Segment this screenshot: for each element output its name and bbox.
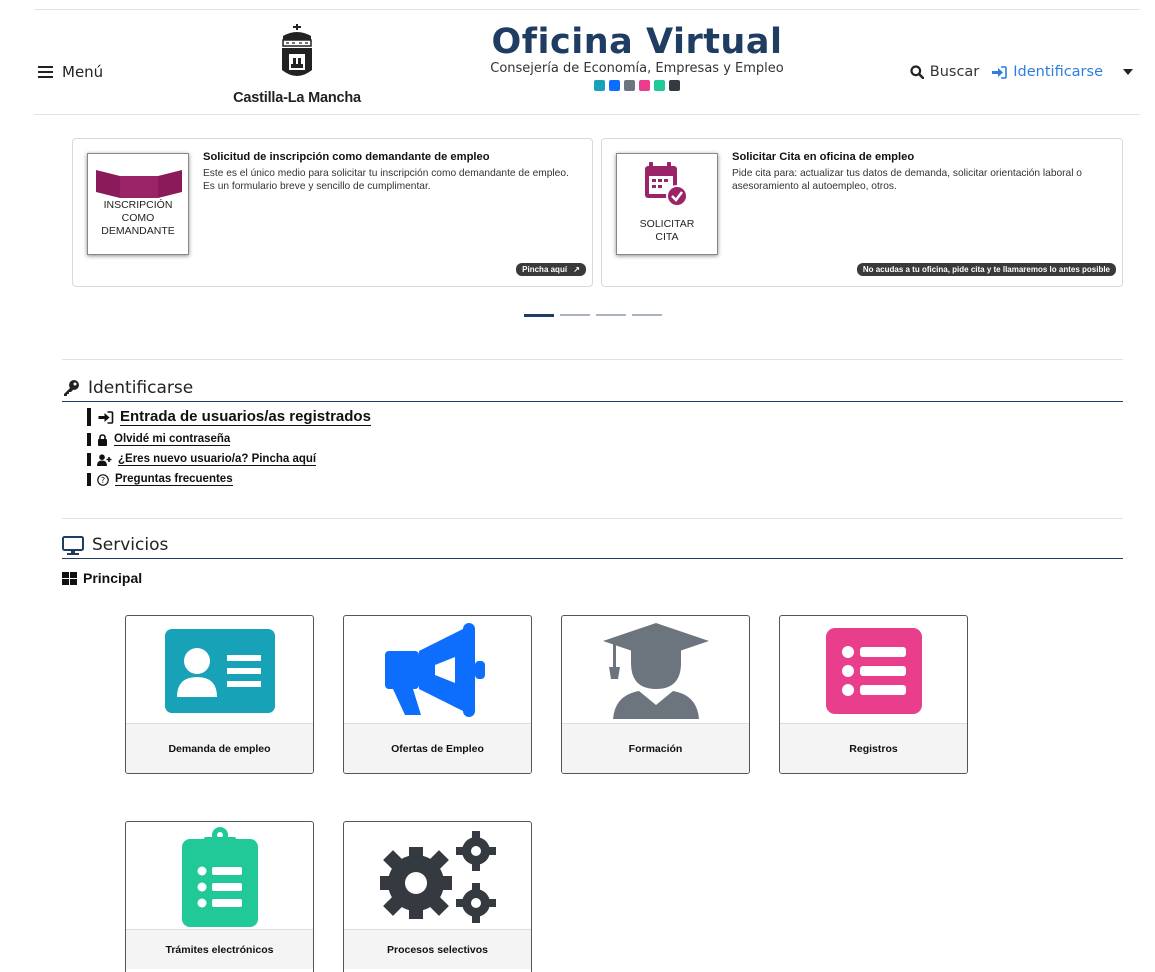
- card-action-label: Pincha aquí: [522, 265, 568, 274]
- graduate-icon: [624, 80, 635, 91]
- brand-title: Oficina Virtual: [491, 22, 783, 62]
- menu-button[interactable]: Menú: [38, 63, 103, 81]
- principal-subheading: Principal: [62, 570, 142, 586]
- hamburger-icon: [38, 66, 53, 79]
- service-tile-formacion[interactable]: Formación: [561, 615, 750, 774]
- section-divider: [62, 518, 1123, 519]
- castle-crown-icon: [282, 24, 312, 76]
- card-description: Pide cita para: actualizar tus datos de …: [732, 168, 1082, 192]
- link-label: Preguntas frecuentes: [115, 473, 233, 486]
- carousel-indicators: [524, 314, 662, 317]
- desktop-icon: [62, 535, 84, 555]
- identificarse-links: Entrada de usuarios/as registrados Olvid…: [87, 408, 371, 493]
- tile-label: Procesos selectivos: [344, 929, 531, 969]
- login-label: Identificarse: [1013, 64, 1103, 80]
- login-button[interactable]: Identificarse: [991, 64, 1103, 80]
- card-action-button[interactable]: Pincha aquí ↗: [516, 263, 586, 276]
- external-link-icon: ↗: [573, 265, 580, 274]
- inscripcion-caption-line-2: COMO: [121, 212, 155, 224]
- sign-in-icon: [98, 410, 114, 424]
- user-plus-icon: [97, 453, 112, 466]
- search-button[interactable]: Buscar: [910, 64, 980, 80]
- inscripcion-image: INSCRIPCIÓN COMO DEMANDANTE: [87, 153, 189, 255]
- link-label: ¿Eres nuevo usuario/a? Pincha aquí: [118, 453, 317, 466]
- tile-label: Ofertas de Empleo: [344, 723, 531, 773]
- question-circle-icon: ?: [97, 473, 109, 486]
- cita-caption-line-2: CITA: [655, 231, 679, 243]
- inscripcion-caption-line-3: DEMANDANTE: [101, 225, 175, 237]
- cita-image: SOLICITAR CITA: [616, 153, 718, 255]
- menu-label: Menú: [62, 63, 104, 81]
- brand-icon-strip: [462, 80, 812, 91]
- group-title: Principal: [83, 570, 143, 586]
- clipboard-list-icon: [181, 826, 258, 927]
- card-action-button[interactable]: No acudas a tu oficina, pide cita y te l…: [856, 263, 1116, 276]
- carousel-dot[interactable]: [632, 314, 662, 316]
- cita-caption-line-1: SOLICITAR: [639, 218, 695, 230]
- list-icon: [639, 80, 650, 91]
- carousel-card-cita[interactable]: SOLICITAR CITA Solicitar Cita en oficina…: [601, 138, 1123, 287]
- site-header: Menú Castilla-La Mancha Oficina Virtual …: [0, 10, 1155, 114]
- tile-label: Demanda de empleo: [126, 723, 313, 773]
- new-user-link[interactable]: ¿Eres nuevo usuario/a? Pincha aquí: [87, 453, 371, 466]
- sign-in-icon: [992, 65, 1008, 79]
- section-divider: [62, 359, 1123, 360]
- lock-icon: [98, 433, 107, 446]
- calendar-check-icon: [645, 162, 688, 207]
- carousel-dot[interactable]: [524, 314, 554, 317]
- header-tools: Buscar Identificarse: [910, 64, 1133, 80]
- carousel-dot[interactable]: [596, 314, 626, 316]
- service-tile-tramites[interactable]: Trámites electrónicos: [125, 821, 314, 972]
- card-description: Este es el único medio para solicitar tu…: [203, 168, 569, 192]
- card-action-label: No acudas a tu oficina, pide cita y te l…: [862, 265, 1110, 274]
- key-icon: [64, 380, 79, 396]
- service-tile-procesos[interactable]: Procesos selectivos: [343, 821, 532, 972]
- jccm-logo[interactable]: Castilla-La Mancha: [227, 24, 367, 120]
- identificarse-heading: Identificarse: [62, 378, 1123, 402]
- logo-text: Castilla-La Mancha: [233, 90, 361, 106]
- id-card-icon: [164, 628, 275, 713]
- book-banner-icon: [96, 170, 182, 198]
- link-label: Entrada de usuarios/as registrados: [120, 408, 371, 426]
- svg-text:?: ?: [101, 476, 105, 485]
- tile-label: Formación: [562, 723, 749, 773]
- inscripcion-caption-line-1: INSCRIPCIÓN: [103, 199, 173, 211]
- tile-label: Registros: [780, 723, 967, 773]
- megaphone-icon: [609, 80, 620, 91]
- grid-icon: [62, 571, 77, 585]
- section-title: Identificarse: [88, 378, 194, 398]
- card-title[interactable]: Solicitud de inscripción como demandante…: [203, 151, 490, 163]
- forgot-password-link[interactable]: Olvidé mi contraseña: [87, 433, 371, 446]
- servicios-heading: Servicios: [62, 535, 1123, 559]
- brand-block[interactable]: Oficina Virtual Consejería de Economía, …: [462, 22, 812, 91]
- faq-link[interactable]: ? Preguntas frecuentes: [87, 473, 371, 486]
- gears-icon: [379, 830, 496, 923]
- service-tile-registros[interactable]: Registros: [779, 615, 968, 774]
- service-tile-ofertas[interactable]: Ofertas de Empleo: [343, 615, 532, 774]
- tile-label: Trámites electrónicos: [126, 929, 313, 969]
- search-icon: [910, 65, 924, 79]
- header-divider: [34, 114, 1140, 115]
- gears-icon: [669, 80, 680, 91]
- carousel-card-inscripcion[interactable]: INSCRIPCIÓN COMO DEMANDANTE Solicitud de…: [72, 138, 593, 287]
- section-title: Servicios: [92, 535, 169, 555]
- id-card-icon: [594, 80, 605, 91]
- service-tile-demanda[interactable]: Demanda de empleo: [125, 615, 314, 774]
- link-label: Olvidé mi contraseña: [114, 433, 231, 446]
- megaphone-icon: [384, 622, 485, 717]
- search-label: Buscar: [929, 64, 980, 80]
- clipboard-list-icon: [654, 80, 665, 91]
- brand-subtitle: Consejería de Economía, Empresas y Emple…: [490, 61, 784, 76]
- graduate-icon: [602, 622, 709, 719]
- list-icon: [825, 627, 922, 714]
- carousel-dot[interactable]: [560, 314, 590, 316]
- registered-login-link[interactable]: Entrada de usuarios/as registrados: [87, 408, 371, 426]
- card-title[interactable]: Solicitar Cita en oficina de empleo: [732, 151, 914, 163]
- chevron-down-icon[interactable]: [1123, 69, 1133, 75]
